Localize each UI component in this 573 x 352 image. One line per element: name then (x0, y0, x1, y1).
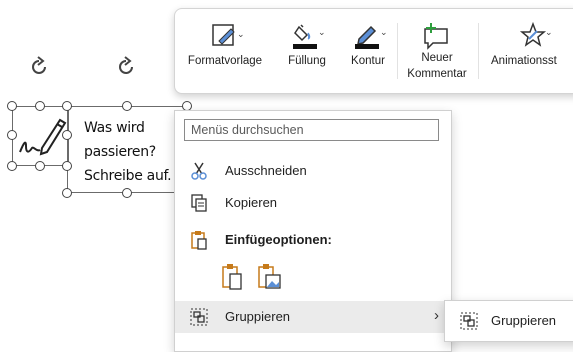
resize-handle[interactable] (122, 101, 132, 111)
menu-item-label: Kopieren (225, 195, 278, 210)
menu-item-copy[interactable]: Kopieren (175, 187, 451, 219)
menu-search-input[interactable]: Menüs durchsuchen (184, 119, 439, 141)
menu-item-label: Einfügeoptionen: (225, 232, 332, 247)
resize-handle[interactable] (35, 101, 45, 111)
rotate-handle-textbox[interactable] (115, 56, 137, 78)
resize-handle[interactable] (62, 188, 72, 198)
format-style-label: Formatvorlage (187, 55, 263, 67)
animation-star-icon: ⌄ (519, 21, 553, 47)
animation-styles-label: Animationsst (491, 55, 557, 67)
outline-button[interactable]: ⌄ Kontur (341, 9, 395, 93)
paste-keep-format-icon (222, 264, 242, 290)
format-style-button[interactable]: ⌄ Formatvorlage (179, 9, 271, 93)
copy-icon (191, 194, 207, 212)
submenu-item-group[interactable]: Gruppieren (445, 305, 573, 337)
chevron-right-icon: › (434, 307, 439, 324)
svg-text:⌄: ⌄ (545, 27, 553, 37)
textbox-line-3[interactable]: Schreibe auf. (84, 168, 172, 184)
resize-handle[interactable] (7, 161, 17, 171)
fill-label: Füllung (288, 55, 326, 67)
outline-pen-icon: ⌄ (355, 25, 388, 49)
resize-handle[interactable] (62, 161, 72, 171)
format-style-icon: ⌄ (212, 24, 245, 46)
textbox-line-1[interactable]: Was wird (84, 120, 145, 136)
resize-handle[interactable] (62, 101, 72, 111)
paste-as-picture-icon (258, 264, 281, 289)
rotate-handle-image[interactable] (28, 56, 50, 78)
menu-item-group[interactable]: Gruppieren › (175, 301, 451, 333)
fill-bucket-icon: ⌄ (293, 24, 326, 49)
pen-writing-icon (19, 118, 67, 156)
new-comment-label-line-2: Kommentar (407, 68, 467, 80)
scissors-icon (191, 162, 207, 180)
resize-handle[interactable] (35, 161, 45, 171)
fill-button[interactable]: ⌄ Füllung (275, 9, 339, 93)
group-submenu: Gruppieren (444, 300, 573, 342)
menu-item-label: Ausschneiden (225, 163, 307, 178)
resize-handle[interactable] (62, 130, 72, 140)
resize-handle[interactable] (7, 130, 17, 140)
new-comment-button[interactable]: Neuer Kommentar (399, 9, 475, 93)
toolbar-divider (478, 23, 479, 79)
group-icon (460, 312, 478, 330)
animation-styles-button[interactable]: ⌄ Animationsst (483, 9, 573, 93)
submenu-item-label: Gruppieren (491, 313, 557, 328)
rotate-icon (119, 56, 133, 74)
svg-text:⌄: ⌄ (380, 27, 388, 37)
menu-item-label: Gruppieren (225, 309, 291, 324)
context-menu: Menüs durchsuchen Ausschneiden Kopieren … (174, 110, 452, 352)
textbox-line-2[interactable]: passieren? (84, 144, 156, 160)
group-icon (190, 308, 208, 326)
menu-item-paste-options: Einfügeoptionen: (175, 224, 451, 256)
mini-toolbar: ⌄ Formatvorlage ⌄ Füllung ⌄ Kontur Neuer… (174, 8, 573, 94)
paste-keep-format-button[interactable] (221, 263, 245, 291)
rotate-icon (32, 56, 46, 74)
svg-text:⌄: ⌄ (318, 27, 326, 37)
new-comment-label-line-1: Neuer (421, 52, 453, 64)
menu-item-cut[interactable]: Ausschneiden (175, 155, 451, 187)
resize-handle[interactable] (122, 188, 132, 198)
svg-text:⌄: ⌄ (237, 29, 245, 39)
toolbar-divider (397, 23, 398, 79)
paste-as-picture-button[interactable] (257, 263, 283, 291)
resize-handle[interactable] (7, 101, 17, 111)
paste-icon (191, 231, 207, 250)
outline-label: Kontur (351, 55, 385, 67)
new-comment-icon (424, 23, 448, 50)
